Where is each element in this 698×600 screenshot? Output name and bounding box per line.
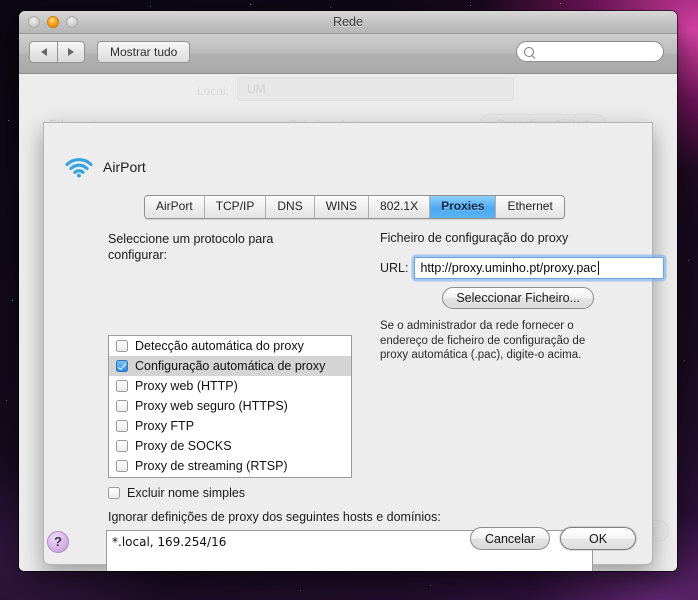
- list-item-label: Proxy web (HTTP): [135, 379, 238, 393]
- proxies-configuration-sheet: AirPort AirPort TCP/IP DNS WINS 802.1X P…: [43, 122, 665, 571]
- list-item[interactable]: Proxy web (HTTP): [109, 376, 351, 396]
- list-item-label: Proxy de SOCKS: [135, 439, 232, 453]
- sheet-footer: Cancelar OK: [469, 527, 636, 550]
- list-item[interactable]: Proxy web seguro (HTTPS): [109, 396, 351, 416]
- preferences-toolbar: Mostrar tudo: [19, 34, 677, 74]
- list-item[interactable]: Proxy de SOCKS: [109, 436, 351, 456]
- checkbox-socks-proxy[interactable]: [116, 440, 128, 452]
- navigation-segmented-control[interactable]: [29, 41, 85, 63]
- window-titlebar[interactable]: Rede: [19, 11, 677, 34]
- checkbox-http-proxy[interactable]: [116, 380, 128, 392]
- airport-wifi-icon: [65, 157, 93, 178]
- bypass-hosts-label: Ignorar definições de proxy dos seguinte…: [108, 510, 441, 524]
- forward-button[interactable]: [57, 41, 85, 63]
- checkbox-auto-discover[interactable]: [116, 340, 128, 352]
- pac-url-row: URL: http://proxy.uminho.pt/proxy.pac: [380, 257, 665, 279]
- tab-airport[interactable]: AirPort: [145, 196, 205, 218]
- pac-help-text: Se o administrador da rede fornecer o en…: [380, 320, 586, 361]
- help-button[interactable]: ?: [47, 531, 69, 553]
- protocol-list-label: Seleccione um protocolo para configurar:: [108, 232, 274, 262]
- tab-proxies[interactable]: Proxies: [430, 196, 497, 218]
- text-cursor: [597, 261, 599, 275]
- network-preferences-window: Rede Mostrar tudo Local: UM Ethernet Lig…: [19, 11, 677, 571]
- tab-wins[interactable]: WINS: [314, 196, 370, 218]
- search-box[interactable]: [516, 41, 664, 62]
- preferences-content: Local: UM Ethernet Ligado, Activo Estado…: [19, 74, 677, 571]
- tab-8021x[interactable]: 802.1X: [369, 196, 431, 218]
- tab-dns[interactable]: DNS: [266, 196, 315, 218]
- search-icon: [524, 46, 534, 57]
- tab-ethernet[interactable]: Ethernet: [496, 196, 564, 218]
- pac-url-label: URL:: [380, 261, 409, 275]
- list-item[interactable]: Detecção automática do proxy: [109, 336, 351, 356]
- pac-url-input[interactable]: http://proxy.uminho.pt/proxy.pac: [414, 257, 665, 279]
- proxies-panel: Seleccione um protocolo para configurar:…: [44, 219, 665, 571]
- cancel-button[interactable]: Cancelar: [469, 527, 550, 550]
- list-item[interactable]: Proxy FTP: [109, 416, 351, 436]
- bg-location-value: UM: [247, 82, 266, 96]
- interface-header: AirPort: [64, 155, 146, 179]
- bg-location-popup: [237, 77, 514, 101]
- list-item[interactable]: Configuração automática de proxy: [109, 356, 351, 376]
- pac-section-title: Ficheiro de configuração do proxy: [380, 231, 569, 245]
- pac-url-value: http://proxy.uminho.pt/proxy.pac: [420, 261, 597, 275]
- list-item-label: Proxy de streaming (RTSP): [135, 459, 288, 473]
- exclude-simple-hostnames-label: Excluir nome simples: [127, 486, 246, 500]
- checkbox-auto-proxy-config[interactable]: [116, 360, 128, 372]
- zoom-button[interactable]: [66, 16, 78, 28]
- checkbox-https-proxy[interactable]: [116, 400, 128, 412]
- search-input[interactable]: [538, 44, 662, 59]
- list-item-label: Proxy web seguro (HTTPS): [135, 399, 288, 413]
- chevron-left-icon: [40, 48, 47, 56]
- window-title: Rede: [333, 15, 363, 29]
- ok-button[interactable]: OK: [560, 527, 636, 550]
- checkbox-exclude-simple-hostnames[interactable]: [108, 487, 120, 499]
- checkbox-ftp-proxy[interactable]: [116, 420, 128, 432]
- close-button[interactable]: [28, 16, 40, 28]
- settings-tab-bar[interactable]: AirPort TCP/IP DNS WINS 802.1X Proxies E…: [144, 195, 565, 219]
- checkbox-rtsp-proxy[interactable]: [116, 460, 128, 472]
- back-button[interactable]: [29, 41, 57, 63]
- protocol-list[interactable]: Detecção automática do proxy Configuraçã…: [108, 335, 352, 478]
- exclude-simple-hostnames-row[interactable]: Excluir nome simples: [108, 486, 245, 500]
- chevron-right-icon: [68, 48, 74, 56]
- list-item[interactable]: Proxy de streaming (RTSP): [109, 456, 351, 476]
- list-item-label: Detecção automática do proxy: [135, 339, 304, 353]
- list-item-label: Configuração automática de proxy: [135, 359, 326, 373]
- interface-name: AirPort: [103, 159, 146, 175]
- choose-file-button[interactable]: Seleccionar Ficheiro...: [442, 287, 594, 309]
- minimize-button[interactable]: [47, 16, 59, 28]
- bg-location-label: Local:: [197, 84, 230, 98]
- list-item-label: Proxy FTP: [135, 419, 195, 433]
- show-all-button[interactable]: Mostrar tudo: [97, 41, 191, 63]
- tab-tcpip[interactable]: TCP/IP: [204, 196, 267, 218]
